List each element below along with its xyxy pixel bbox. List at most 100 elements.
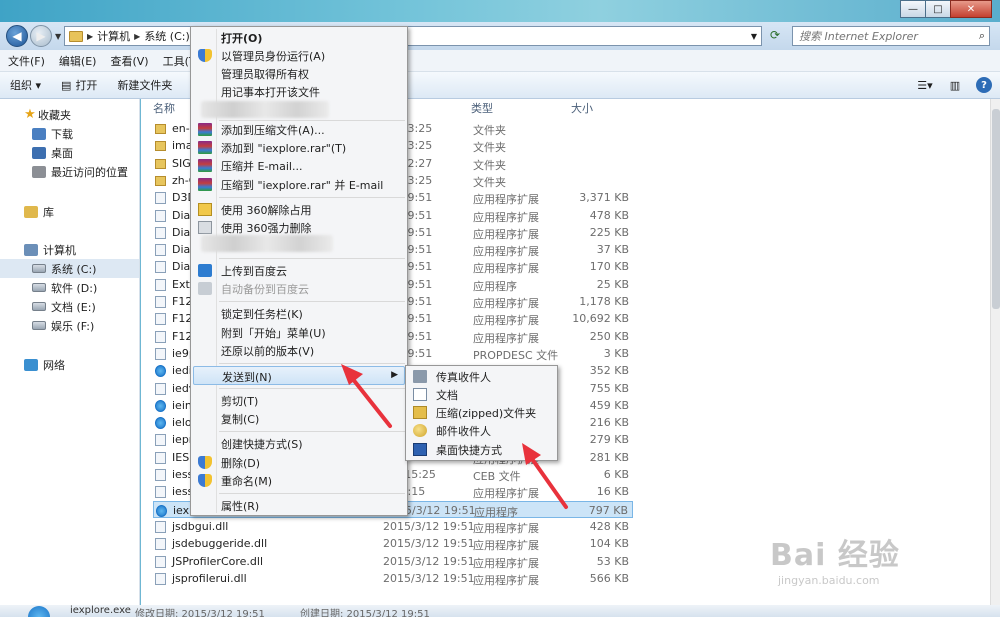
table-row[interactable]: jsdbgui.dll 2015/3/12 19:51 应用程序扩展 428 KB xyxy=(153,518,633,535)
column-header-type[interactable]: 类型 xyxy=(471,99,493,119)
open-button[interactable]: ▤ 打开 xyxy=(61,77,97,93)
address-field[interactable]: ▶ 计算机 ▶ 系统 (C:) ▼ xyxy=(64,26,762,46)
menu-view[interactable]: 查看(V) xyxy=(110,53,148,69)
send-to-documents[interactable]: 文档 xyxy=(408,385,557,404)
menu-360-unlock[interactable]: 使用 360解除占用 xyxy=(193,200,405,219)
preview-pane-icon[interactable]: ▥ xyxy=(946,76,964,94)
menu-upload-baidu[interactable]: 上传到百度云 xyxy=(193,261,405,280)
menu-add-to-rar[interactable]: 添加到 "iexplore.rar"(T) xyxy=(193,138,405,157)
nav-drive-e[interactable]: 文档 (E:) xyxy=(0,297,139,316)
menu-run-as-admin[interactable]: 以管理员身份运行(A) xyxy=(193,46,405,65)
nav-drive-c[interactable]: 系统 (C:) xyxy=(0,259,139,278)
minimize-button[interactable]: — xyxy=(900,0,926,18)
file-icon xyxy=(155,296,166,308)
organize-button[interactable]: 组织 ▾ xyxy=(10,77,41,93)
file-type: 应用程序扩展 xyxy=(473,227,539,241)
refresh-icon[interactable]: ⟳ xyxy=(766,28,784,44)
menu-pin-start[interactable]: 附到「开始」菜单(U) xyxy=(193,323,405,342)
nav-drive-d[interactable]: 软件 (D:) xyxy=(0,278,139,297)
nav-favorites-label: 收藏夹 xyxy=(38,108,71,122)
column-header-name[interactable]: 名称 xyxy=(153,99,175,119)
menu-delete[interactable]: 删除(D) xyxy=(193,453,405,472)
mail-recipient-icon xyxy=(413,424,427,437)
new-folder-button[interactable]: 新建文件夹 xyxy=(117,77,172,93)
recent-places-icon xyxy=(32,165,46,178)
nav-downloads[interactable]: 下载 xyxy=(0,124,139,143)
nav-libraries[interactable]: 库 xyxy=(0,202,139,221)
nav-recent-places[interactable]: 最近访问的位置 xyxy=(0,162,139,181)
menu-bar: 文件(F) 编辑(E) 查看(V) 工具(T) xyxy=(0,50,1000,72)
nav-recent-label: 最近访问的位置 xyxy=(51,165,128,179)
maximize-button[interactable]: □ xyxy=(925,0,951,18)
file-icon xyxy=(155,520,166,533)
nav-libraries-label: 库 xyxy=(43,205,54,219)
column-header-size[interactable]: 大小 xyxy=(571,99,593,119)
vertical-scrollbar[interactable] xyxy=(990,99,1000,605)
address-dropdown-icon[interactable]: ▼ xyxy=(751,32,757,41)
crumb-separator-icon[interactable]: ▶ xyxy=(87,32,93,41)
menu-open[interactable]: 打开(O) xyxy=(193,28,405,47)
status-filename: iexplore.exe xyxy=(70,605,131,616)
crumb-separator-icon[interactable]: ▶ xyxy=(134,32,140,41)
downloads-folder-icon xyxy=(32,127,46,140)
file-size: 566 KB xyxy=(589,571,629,585)
send-to-desktop-label: 桌面快捷方式 xyxy=(436,444,502,457)
menu-rename[interactable]: 重命名(M) xyxy=(193,471,405,490)
file-size: 281 KB xyxy=(589,450,629,464)
scroll-thumb[interactable] xyxy=(992,109,1000,309)
send-to-zip[interactable]: 压缩(zipped)文件夹 xyxy=(408,403,557,422)
menu-add-to-archive[interactable]: 添加到压缩文件(A)... xyxy=(193,120,405,139)
send-to-desktop-shortcut[interactable]: 桌面快捷方式 xyxy=(408,440,557,459)
table-row[interactable]: jsdebuggeride.dll 2015/3/12 19:51 应用程序扩展 10… xyxy=(153,535,633,552)
ie-file-icon xyxy=(155,365,166,378)
breadcrumb-drive-c[interactable]: 系统 (C:) xyxy=(144,28,189,44)
menu-pin-taskbar[interactable]: 锁定到任务栏(K) xyxy=(193,304,405,323)
send-to-mail[interactable]: 邮件收件人 xyxy=(408,421,557,440)
menu-autobackup-baidu[interactable]: 自动备份到百度云 xyxy=(193,279,405,298)
nav-favorites[interactable]: ★ 收藏夹 xyxy=(0,105,139,124)
file-icon xyxy=(155,330,166,343)
send-to-fax[interactable]: 传真收件人 xyxy=(408,367,557,386)
table-row[interactable]: jsprofilerui.dll 2015/3/12 19:51 应用程序扩展 566… xyxy=(153,570,633,587)
nav-drive-f[interactable]: 娱乐 (F:) xyxy=(0,316,139,335)
file-size: 428 KB xyxy=(589,519,629,533)
menu-restore-versions[interactable]: 还原以前的版本(V) xyxy=(193,341,405,360)
menu-edit[interactable]: 编辑(E) xyxy=(59,53,97,69)
winrar-icon xyxy=(198,159,212,172)
menu-cut[interactable]: 剪切(T) xyxy=(193,391,405,410)
file-type: 应用程序扩展 xyxy=(473,556,539,570)
menu-create-shortcut[interactable]: 创建快捷方式(S) xyxy=(193,434,405,453)
file-icon xyxy=(155,451,166,464)
menu-open-notepad[interactable]: 用记事本打开该文件 xyxy=(193,82,405,101)
menu-compress-rar-email[interactable]: 压缩到 "iexplore.rar" 并 E-mail xyxy=(193,175,405,194)
view-options-icon[interactable]: ☰▾ xyxy=(916,76,934,94)
back-button[interactable]: ◀ xyxy=(6,25,28,47)
menu-compress-email[interactable]: 压缩并 E-mail... xyxy=(193,156,405,175)
baidu-backup-icon xyxy=(198,282,212,295)
search-input[interactable] xyxy=(793,27,963,45)
menu-properties[interactable]: 属性(R) xyxy=(193,496,405,515)
search-icon[interactable]: ⌕ xyxy=(979,29,985,43)
menu-delete-label: 删除(D) xyxy=(221,457,261,470)
menu-send-to[interactable]: 发送到(N) ▶ xyxy=(193,366,405,385)
recent-pages-dropdown-icon[interactable]: ▼ xyxy=(55,32,61,41)
breadcrumb-computer[interactable]: 计算机 xyxy=(97,28,130,44)
help-icon[interactable]: ? xyxy=(976,77,992,93)
file-type: 应用程序扩展 xyxy=(473,521,539,535)
open-icon: ▤ xyxy=(61,78,72,92)
close-button[interactable]: ✕ xyxy=(950,0,992,18)
file-date: 2015/3/12 19:51 xyxy=(383,554,475,568)
drive-icon xyxy=(32,264,46,273)
menu-file[interactable]: 文件(F) xyxy=(8,53,45,69)
table-row[interactable]: JSProfilerCore.dll 2015/3/12 19:51 应用程序扩展 5… xyxy=(153,553,633,570)
nav-desktop[interactable]: 桌面 xyxy=(0,143,139,162)
file-name: JSProfilerCore.dll xyxy=(172,554,264,568)
nav-network[interactable]: 网络 xyxy=(0,355,139,374)
file-name: jsdbgui.dll xyxy=(172,519,229,533)
nav-computer[interactable]: 计算机 xyxy=(0,240,139,259)
forward-button[interactable]: ▶ xyxy=(30,25,52,47)
file-size: 170 KB xyxy=(589,260,629,274)
menu-copy[interactable]: 复制(C) xyxy=(193,409,405,428)
details-pane: iexplore.exe 修改日期: 2015/3/12 19:51 创建日期:… xyxy=(0,605,1000,617)
menu-take-ownership[interactable]: 管理员取得所有权 xyxy=(193,64,405,83)
